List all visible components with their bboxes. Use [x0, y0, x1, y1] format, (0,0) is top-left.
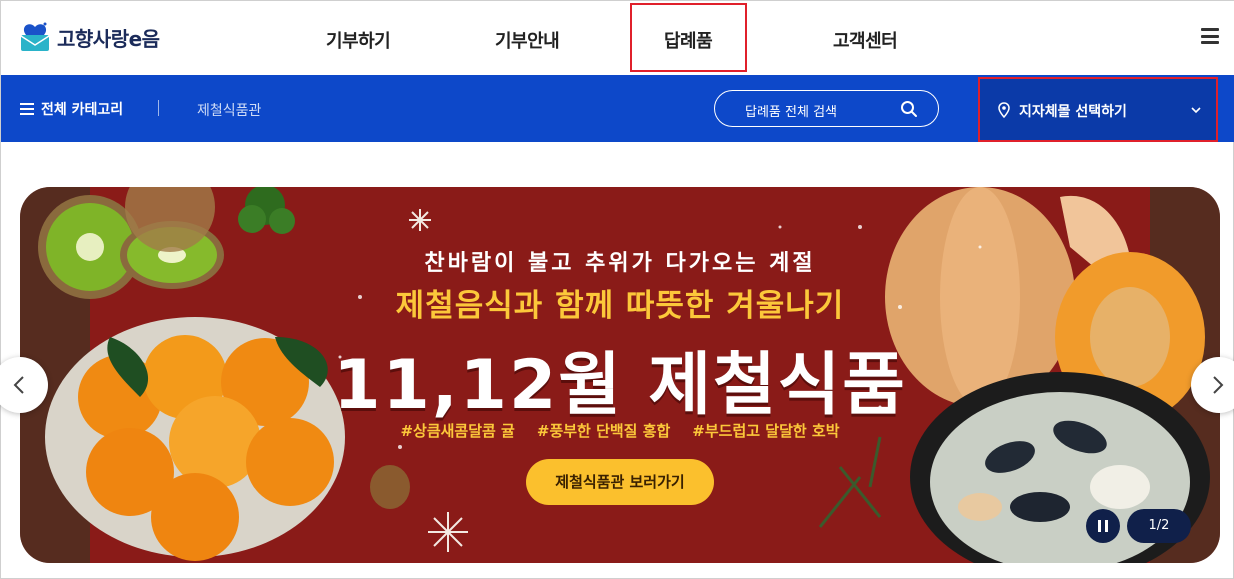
chevron-right-icon: [1213, 376, 1224, 394]
chevron-down-icon: [1191, 107, 1201, 114]
location-pin-icon: [998, 102, 1010, 118]
region-select-label: 지자체몰 선택하기: [1019, 104, 1127, 120]
all-categories-button[interactable]: 전체 카테고리: [20, 99, 123, 119]
all-categories-label: 전체 카테고리: [41, 102, 124, 118]
seasonal-food-cta-button[interactable]: 제철식품관 보러가기: [526, 459, 714, 505]
banner-tag: #풍부한 단백질 홍합: [536, 422, 671, 440]
promo-banner[interactable]: 찬바람이 불고 추위가 다가오는 계절 제철음식과 함께 따뜻한 겨울나기 11…: [20, 187, 1220, 563]
search-icon[interactable]: [900, 100, 918, 118]
top-header: 고향사랑e음 기부하기 기부안내 답례품 고객센터: [1, 1, 1234, 75]
pinecone-icon: [370, 465, 410, 509]
region-mall-select[interactable]: 지자체몰 선택하기: [978, 77, 1218, 142]
banner-subtitle: 찬바람이 불고 추위가 다가오는 계절: [424, 251, 816, 276]
nav-donation-guide[interactable]: 기부안내: [495, 27, 560, 53]
nav-donate[interactable]: 기부하기: [326, 27, 391, 53]
banner-tag: #부드럽고 달달한 호박: [692, 422, 840, 440]
pine-branch-icon: [818, 436, 882, 528]
gift-search-input[interactable]: 답례품 전체 검색: [714, 90, 939, 127]
category-bar: 전체 카테고리 제철식품관 답례품 전체 검색 지자체몰 선택하기: [1, 75, 1234, 142]
menu-icon[interactable]: [1201, 28, 1219, 44]
slide-counter: 1/2: [1127, 509, 1191, 543]
chevron-left-icon: [13, 376, 24, 394]
divider: [158, 100, 159, 116]
breadcrumb[interactable]: 제철식품관: [197, 100, 261, 120]
list-icon: [20, 103, 34, 115]
pause-icon[interactable]: [1086, 509, 1120, 543]
nav-gifts-highlight: [630, 3, 747, 72]
banner-tag: #상큼새콤달콤 귤: [400, 422, 515, 440]
broccoli-icon: [238, 187, 295, 234]
banner-tags: #상큼새콤달콤 귤 #풍부한 단백질 홍합 #부드럽고 달달한 호박: [20, 420, 1220, 441]
banner-title: 11,12월 제철식품: [333, 346, 907, 425]
banner-headline: 제철음식과 함께 따뜻한 겨울나기: [395, 288, 845, 324]
nav-customer-center[interactable]: 고객센터: [833, 27, 898, 53]
main-nav: 기부하기 기부안내 답례품 고객센터: [1, 1, 1234, 75]
search-placeholder: 답례품 전체 검색: [745, 105, 837, 120]
